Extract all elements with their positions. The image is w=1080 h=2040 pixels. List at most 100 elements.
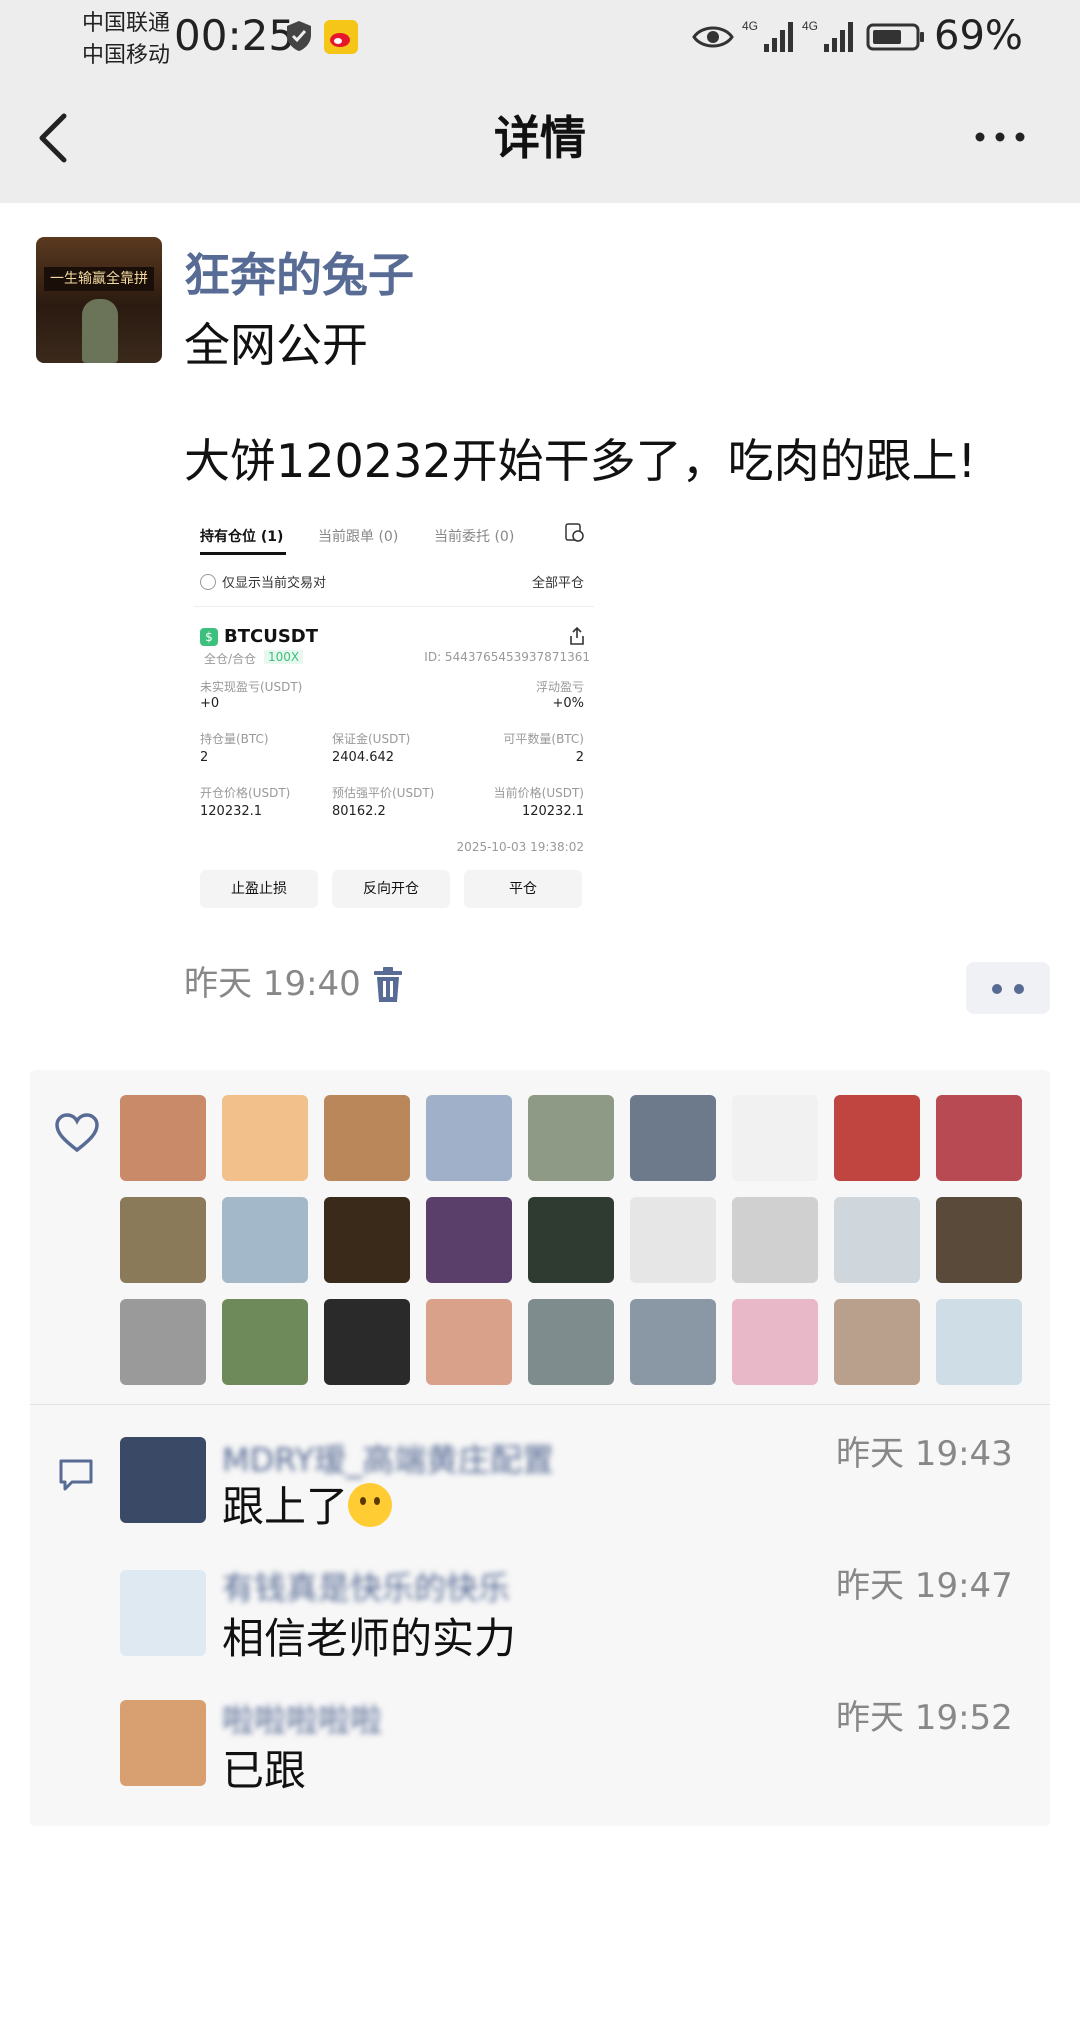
radio-icon: [200, 573, 216, 590]
status-time: 00:25: [174, 11, 296, 60]
avatar-figure: [82, 299, 118, 363]
liker-avatar[interactable]: [630, 1197, 716, 1283]
comment-author[interactable]: 有钱真是快乐的快乐: [222, 1568, 510, 1608]
liker-avatar[interactable]: [324, 1095, 410, 1181]
liker-avatar[interactable]: [732, 1197, 818, 1283]
more-icon[interactable]: [970, 122, 1030, 152]
position-size-value: 2: [200, 750, 209, 765]
dot-icon: [1014, 984, 1024, 994]
liker-avatar[interactable]: [732, 1095, 818, 1181]
comment-text-content: 跟上了: [222, 1482, 349, 1531]
trade-tab-orders: 当前委托 (0): [434, 529, 515, 545]
comment-text: 相信老师的实力: [222, 1614, 517, 1663]
liker-avatar[interactable]: [120, 1095, 206, 1181]
weibo-icon: [324, 20, 358, 54]
delete-icon[interactable]: [372, 966, 404, 1004]
liker-avatar[interactable]: [528, 1299, 614, 1385]
comment-avatar[interactable]: [120, 1570, 206, 1656]
post-image-trade-screenshot[interactable]: 持有仓位 (1) 当前跟单 (0) 当前委托 (0) 仅显示当前交易对 全部平仓…: [184, 510, 604, 920]
position-id: ID: 5443765453937871361: [424, 650, 590, 664]
liker-avatar[interactable]: [936, 1095, 1022, 1181]
liq-price-value: 80162.2: [332, 804, 386, 819]
unrealized-pnl-label: 未实现盈亏(USDT): [200, 680, 303, 694]
liker-avatar[interactable]: [834, 1095, 920, 1181]
carrier-2: 中国移动: [82, 43, 171, 68]
page-title: 详情: [494, 111, 586, 165]
close-position-button: 平仓: [464, 870, 582, 908]
comment-time: 昨天 19:52: [836, 1698, 1013, 1738]
post-time: 昨天 19:40: [184, 964, 361, 1004]
mark-price-value: 120232.1: [521, 804, 584, 819]
liker-avatar[interactable]: [528, 1197, 614, 1283]
reverse-open-button: 反向开仓: [332, 870, 450, 908]
like-comment-button[interactable]: [966, 962, 1050, 1014]
leverage-badge: 100X: [264, 650, 304, 664]
coin-icon: $: [200, 628, 218, 646]
floating-pnl-value: +0%: [552, 696, 584, 711]
entry-price-value: 120232.1: [200, 804, 263, 819]
history-icon: [565, 523, 584, 542]
liker-avatar[interactable]: [426, 1095, 512, 1181]
svg-text:4G: 4G: [742, 19, 758, 33]
liker-avatar[interactable]: [222, 1197, 308, 1283]
comment-avatar[interactable]: [120, 1437, 206, 1523]
liker-avatar[interactable]: [630, 1299, 716, 1385]
liker-avatar[interactable]: [120, 1299, 206, 1385]
author-avatar[interactable]: 一生输赢全靠拼: [36, 237, 162, 363]
liker-avatar[interactable]: [936, 1299, 1022, 1385]
top-bar: 中国联通 中国移动 00:25 4G 4G 69% 详情: [0, 0, 1080, 203]
author-name[interactable]: 狂奔的兔子: [184, 246, 414, 304]
trade-tab-copy: 当前跟单 (0): [318, 529, 399, 545]
avatar-sign: 一生输赢全靠拼: [44, 267, 154, 291]
comment-time: 昨天 19:43: [836, 1434, 1013, 1474]
signal-icon: 4G: [802, 19, 853, 52]
closable-value: 2: [575, 750, 584, 765]
liker-avatar[interactable]: [834, 1197, 920, 1283]
liker-avatar[interactable]: [426, 1299, 512, 1385]
trade-timestamp: 2025-10-03 19:38:02: [456, 840, 584, 854]
tp-sl-button: 止盈止损: [200, 870, 318, 908]
comment-author[interactable]: 啦啦啦啦啦: [222, 1700, 382, 1740]
heart-icon: [55, 1113, 99, 1153]
margin-label: 保证金(USDT): [332, 732, 411, 746]
liker-avatar[interactable]: [732, 1299, 818, 1385]
comment-author[interactable]: MDRY瑷_高端黄庄配置: [222, 1440, 554, 1480]
only-current-pair: 仅显示当前交易对: [200, 572, 326, 591]
divider: [30, 1404, 1050, 1405]
closable-label: 可平数量(BTC): [503, 732, 584, 746]
liker-avatar[interactable]: [120, 1197, 206, 1283]
mark-price-label: 当前价格(USDT): [493, 786, 584, 800]
shield-icon: [287, 21, 311, 51]
liker-avatar[interactable]: [936, 1197, 1022, 1283]
floating-pnl-label: 浮动盈亏: [535, 680, 584, 694]
close-all-label: 全部平仓: [531, 576, 584, 591]
smile-emoji-icon: [348, 1483, 393, 1527]
signal-icon: 4G: [742, 19, 793, 52]
unrealized-pnl-value: +0: [200, 696, 220, 711]
liker-avatar[interactable]: [426, 1197, 512, 1283]
post-visibility: 全网公开: [184, 318, 368, 372]
battery-percent: 69%: [934, 13, 1023, 59]
liker-avatar[interactable]: [222, 1299, 308, 1385]
carrier-1: 中国联通: [82, 11, 171, 36]
margin-mode: 全仓/合仓: [204, 652, 257, 666]
trade-tab-underline: [200, 552, 286, 555]
comment-avatar[interactable]: [120, 1700, 206, 1786]
liker-avatar[interactable]: [834, 1299, 920, 1385]
liker-avatar[interactable]: [324, 1197, 410, 1283]
only-current-pair-label: 仅显示当前交易对: [222, 576, 327, 591]
comment-text: 已跟: [222, 1746, 307, 1795]
position-size-label: 持仓量(BTC): [200, 732, 269, 746]
liker-avatar[interactable]: [324, 1299, 410, 1385]
liker-avatar[interactable]: [222, 1095, 308, 1181]
margin-value: 2404.642: [332, 750, 395, 765]
liq-price-label: 预估强平价(USDT): [332, 786, 435, 800]
trade-symbol: BTCUSDT: [224, 626, 319, 647]
divider: [194, 606, 594, 607]
liker-avatar[interactable]: [528, 1095, 614, 1181]
battery-icon: [866, 23, 924, 51]
liker-avatar[interactable]: [630, 1095, 716, 1181]
comment-text: 跟上了: [222, 1480, 393, 1534]
post-text: 大饼120232开始干多了，吃肉的跟上!: [184, 434, 977, 488]
comment-time: 昨天 19:47: [836, 1566, 1013, 1606]
